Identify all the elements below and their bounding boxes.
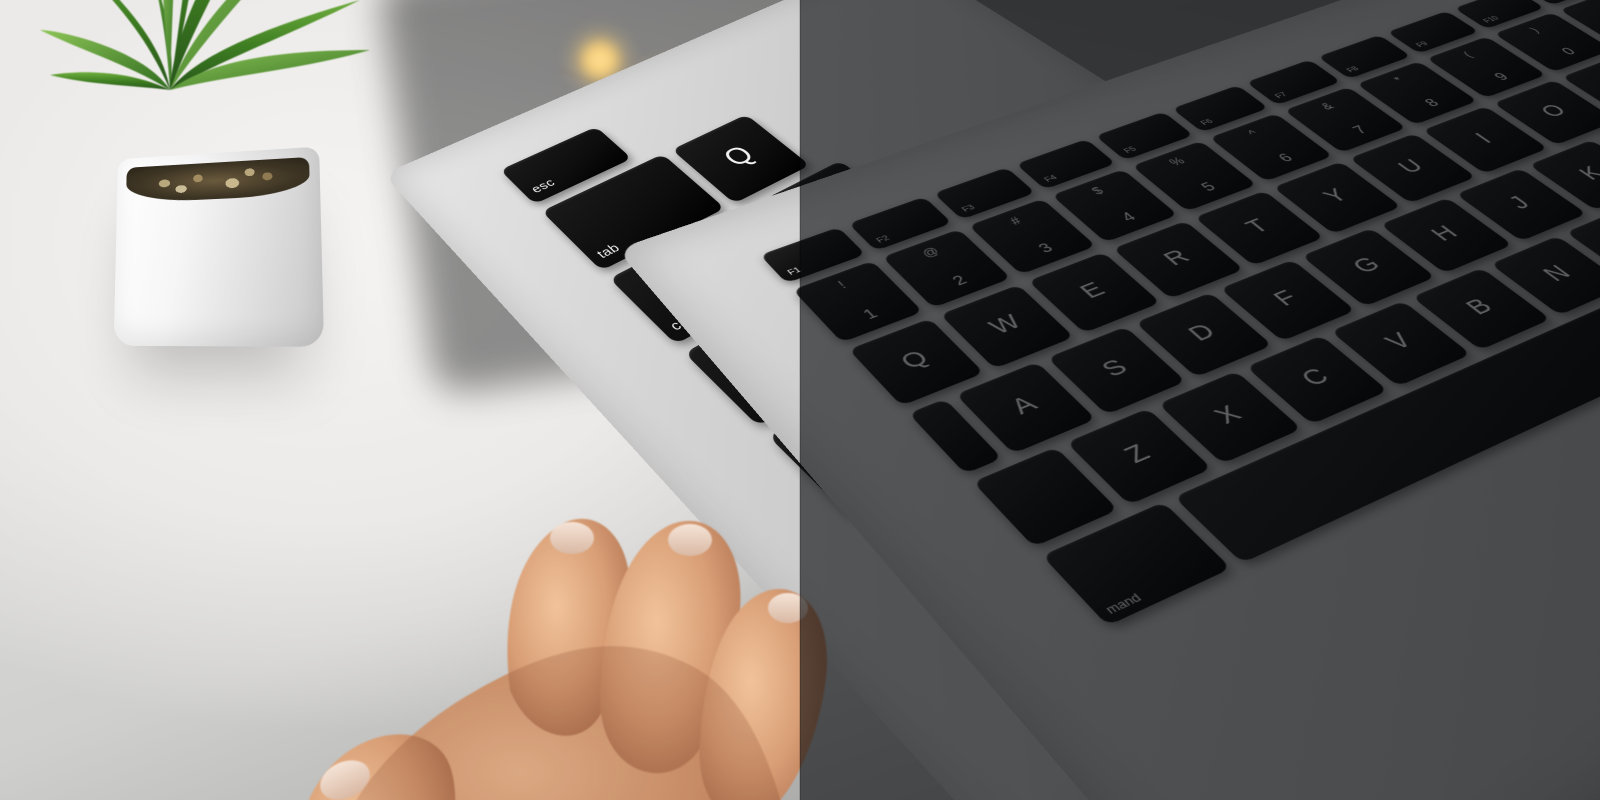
key-label: F6 bbox=[1199, 118, 1215, 127]
key-label-upper: ) bbox=[1528, 26, 1543, 34]
key-label-lower: 0 bbox=[1558, 46, 1580, 58]
key-label-upper: ( bbox=[1461, 51, 1476, 60]
key-label: O bbox=[1535, 101, 1574, 122]
key-label-upper: @ bbox=[919, 246, 943, 261]
key-label: F8 bbox=[1345, 65, 1361, 73]
key-label: R bbox=[1158, 246, 1197, 271]
key-label-upper: ^ bbox=[1246, 129, 1262, 139]
hand-on-keyboard bbox=[250, 480, 890, 800]
key-label-upper: ! bbox=[836, 280, 849, 291]
key-label: W bbox=[983, 310, 1028, 339]
key-label-upper: % bbox=[1167, 156, 1188, 169]
key-label: F bbox=[1267, 286, 1305, 311]
key-label-lower: 6 bbox=[1275, 151, 1297, 165]
key-label: K bbox=[1573, 162, 1600, 184]
key-label: U bbox=[1392, 156, 1430, 178]
key-label: D bbox=[1182, 319, 1222, 346]
key-label: I bbox=[1470, 129, 1499, 147]
key-label: C bbox=[1294, 364, 1336, 392]
key-label: E bbox=[1074, 278, 1111, 303]
key-label-upper: $ bbox=[1090, 186, 1107, 197]
key-label-upper: # bbox=[1008, 216, 1025, 228]
key-label: F1 bbox=[786, 266, 803, 277]
plant-pot bbox=[114, 147, 324, 347]
key-label: H bbox=[1425, 222, 1465, 246]
key-label-lower: 7 bbox=[1349, 124, 1371, 137]
key-label: F7 bbox=[1273, 91, 1289, 100]
key-label: G bbox=[1346, 253, 1387, 279]
key-label-lower: 9 bbox=[1491, 71, 1513, 84]
key-label: B bbox=[1460, 294, 1501, 320]
key-label: V bbox=[1379, 328, 1420, 355]
key-label: Y bbox=[1317, 185, 1354, 208]
soil-pebbles bbox=[131, 159, 303, 201]
key-label-lower: 4 bbox=[1118, 210, 1141, 225]
key-label: F4 bbox=[1043, 174, 1060, 183]
key-label: F11 bbox=[1547, 0, 1566, 1]
key-label: F10 bbox=[1482, 15, 1502, 24]
key-label-lower: 2 bbox=[949, 273, 971, 289]
key-label-lower: 5 bbox=[1198, 180, 1221, 194]
key-label: A bbox=[1005, 391, 1044, 420]
key-label: S bbox=[1096, 355, 1135, 383]
photo-scene: esc tab Q caps lock A shift Z option F1F… bbox=[0, 0, 1600, 800]
key-label-upper: * bbox=[1392, 76, 1408, 85]
key-label: X bbox=[1208, 401, 1249, 430]
key-label-lower: 3 bbox=[1035, 241, 1058, 257]
key-label-lower: 1 bbox=[860, 306, 882, 323]
key-label: J bbox=[1502, 192, 1537, 213]
key-label-upper: & bbox=[1319, 102, 1338, 113]
key-label: F2 bbox=[875, 234, 892, 244]
succulent-plant-icon bbox=[40, 0, 380, 120]
key-label-lower: 8 bbox=[1421, 97, 1443, 110]
key-label: T bbox=[1240, 215, 1276, 238]
key-label: Z bbox=[1118, 440, 1158, 470]
key-label-upper: _ bbox=[1592, 2, 1600, 11]
key-label: N bbox=[1537, 261, 1579, 286]
key-label: Q bbox=[895, 346, 936, 375]
key-label: F3 bbox=[960, 204, 977, 214]
key-label: F5 bbox=[1122, 145, 1139, 154]
key-label: F9 bbox=[1414, 41, 1430, 49]
